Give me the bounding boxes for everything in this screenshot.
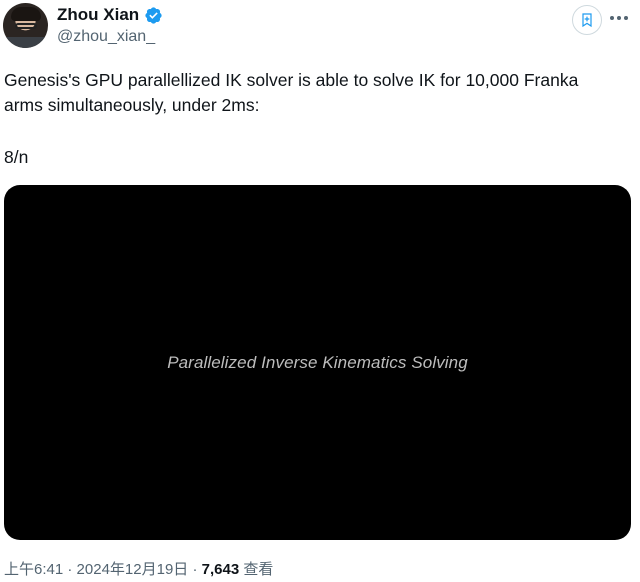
tweet-text-line: Genesis's GPU parallellized IK solver is… (4, 70, 579, 90)
tweet-video[interactable]: Parallelized Inverse Kinematics Solving (4, 185, 631, 540)
thread-counter: 8/n (4, 147, 29, 167)
tweet-header: Zhou Xian @zhou_xian_ (0, 0, 640, 60)
views-count: 7,643 (201, 561, 240, 578)
bookmark-add-icon (582, 13, 592, 28)
tweet-date[interactable]: 2024年12月19日 (77, 561, 189, 578)
avatar[interactable] (3, 3, 48, 48)
tweet-text: Genesis's GPU parallellized IK solver is… (4, 68, 634, 118)
views-label: 查看 (243, 561, 274, 578)
display-name[interactable]: Zhou Xian (57, 5, 139, 25)
handle[interactable]: @zhou_xian_ (57, 28, 155, 46)
avatar-shirt (3, 37, 48, 48)
meta-separator: · (67, 561, 73, 578)
meta-separator: · (192, 561, 198, 578)
tweet-time[interactable]: 上午6:41 (4, 561, 63, 578)
tweet-meta: 上午6:41 · 2024年12月19日 · 7,643 查看 (4, 558, 273, 579)
avatar-glasses (15, 23, 37, 29)
video-caption: Parallelized Inverse Kinematics Solving (167, 352, 468, 372)
tweet-text-line: arms simultaneously, under 2ms: (4, 95, 260, 115)
bookmark-button[interactable] (572, 5, 602, 35)
name-row: Zhou Xian (57, 5, 163, 25)
more-dots-icon[interactable] (610, 14, 630, 22)
avatar-hair (11, 7, 41, 21)
verified-badge-icon (144, 6, 163, 25)
